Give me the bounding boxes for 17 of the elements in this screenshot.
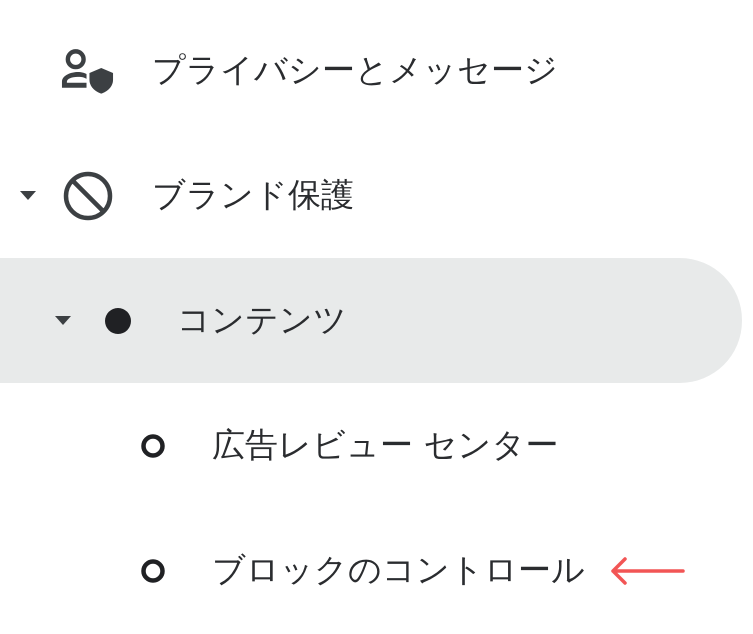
nav-item[interactable]: ブランド保護 — [0, 133, 742, 258]
nav-label: コンテンツ — [177, 299, 347, 341]
filled-dot-icon — [104, 308, 130, 334]
nav-item[interactable]: コンテンツ — [0, 258, 742, 383]
person-shield-icon — [60, 48, 115, 94]
ring-icon — [140, 434, 164, 458]
nav-item[interactable]: プライバシーとメッセージ — [0, 8, 742, 133]
caret-icon[interactable] — [55, 316, 71, 325]
nav-label: ブロックのコントロール — [212, 549, 585, 591]
block-icon — [62, 170, 114, 222]
nav-label: ブランド保護 — [152, 174, 354, 216]
nav-label: 広告レビュー センター — [212, 424, 558, 466]
nav-label: プライバシーとメッセージ — [152, 49, 558, 91]
ring-icon — [140, 558, 164, 582]
nav-item[interactable]: ブロックのコントロール — [0, 508, 742, 633]
nav-item[interactable]: 広告レビュー センター — [0, 383, 742, 508]
caret-icon[interactable] — [20, 191, 36, 200]
